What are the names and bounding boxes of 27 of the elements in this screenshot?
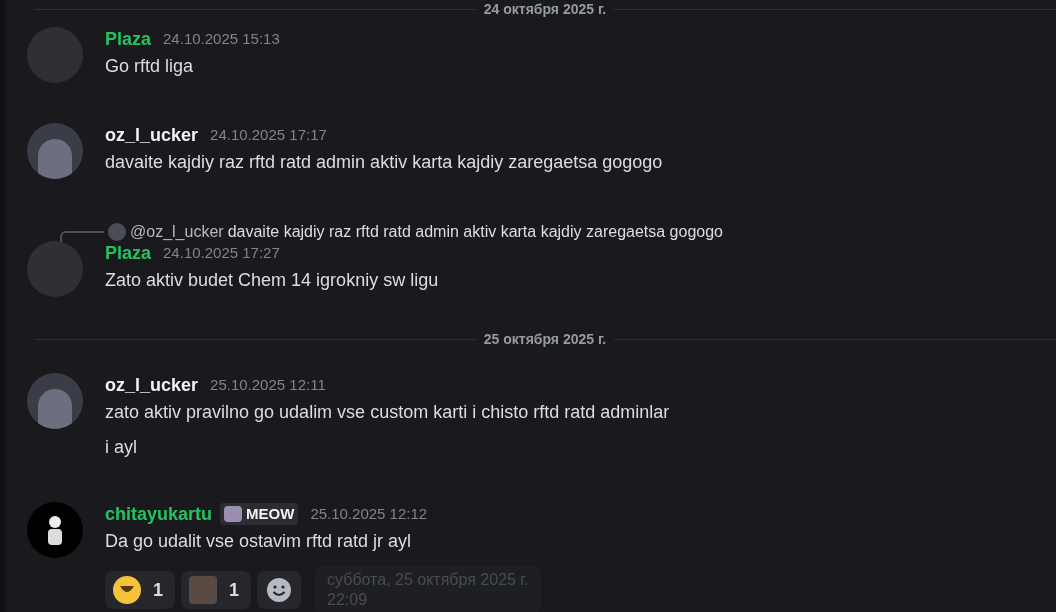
username[interactable]: oz_l_ucker: [105, 121, 199, 149]
timestamp: 24.10.2025 15:13: [163, 28, 280, 49]
message-text: davaite kajdiy raz rftd ratd admin aktiv karta kajdiy zaregaetsa gogogo: [105, 151, 663, 174]
timestamp: 25.10.2025 12:12: [310, 503, 428, 524]
laughing-emoji-icon: [113, 576, 141, 604]
date-divider: 24 октября 2025 г.: [483, 0, 607, 19]
photo-placeholder: [189, 576, 217, 604]
timestamp: 25.10.2025 12:11: [210, 374, 326, 395]
reply-avatar: [108, 223, 126, 241]
username[interactable]: oz_l_ucker: [105, 371, 199, 399]
reply-preview[interactable]: davaite kajdiy raz rftd ratd admin aktiv karta kajdiy zaregaetsa gogogo: [227, 220, 723, 244]
username[interactable]: chitayukartu: [105, 500, 213, 528]
date-divider: 25 октября 2025 г.: [483, 329, 607, 349]
reaction-button[interactable]: 1: [105, 571, 175, 609]
message-text: Zato aktiv budet Chem 14 igrokniy sw ligu: [105, 269, 439, 292]
smiley-icon: [265, 576, 294, 604]
message-text: Da go udalit vse ostavim rftd ratd jr ayl: [105, 530, 413, 553]
avatar[interactable]: [27, 502, 83, 558]
timestamp: 24.10.2025 17:17: [210, 124, 327, 145]
message-text: Go rftd liga: [105, 55, 195, 78]
message-text: zato aktiv pravilno go udalim vse custom karti i chisto rftd ratd adminlar: [105, 401, 670, 424]
username[interactable]: Plaza: [105, 25, 152, 53]
server-tag[interactable]: MEOW: [220, 503, 299, 525]
message-text: i ayl: [105, 436, 138, 459]
add-reaction-button[interactable]: [257, 571, 302, 609]
reaction-button[interactable]: 1: [181, 571, 252, 609]
timestamp: 24.10.2025 17:27: [163, 242, 280, 263]
